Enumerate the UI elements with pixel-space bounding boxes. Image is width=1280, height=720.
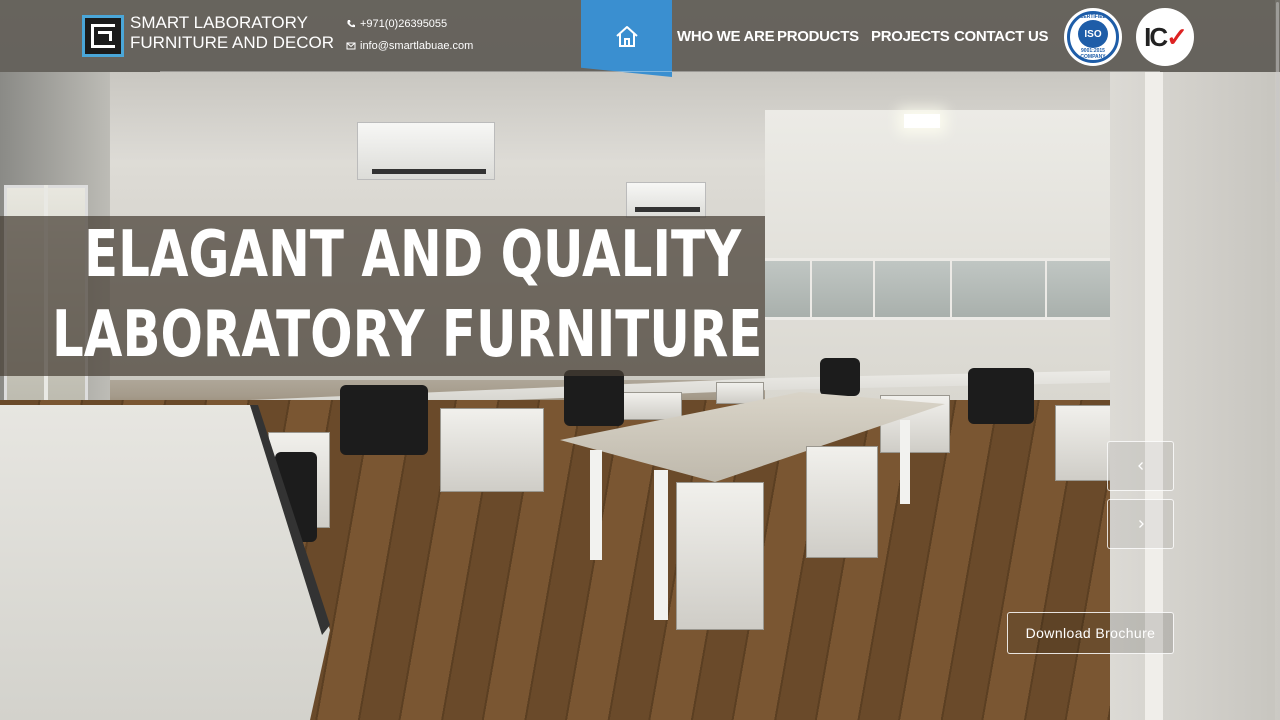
email-contact[interactable]: info@smartlabuae.com <box>346 40 473 52</box>
iso-certified-badge: CERTIFIED ISO 9001:2015 COMPANY <box>1064 8 1122 66</box>
envelope-icon <box>346 42 356 50</box>
nav-contact-us[interactable]: CONTACT US <box>954 28 1049 45</box>
logo-icon[interactable] <box>82 15 124 57</box>
brand-name[interactable]: SMART LABORATORY FURNITURE AND DECOR <box>130 13 334 53</box>
home-nav-button[interactable] <box>581 0 672 77</box>
nav-who-we-are[interactable]: WHO WE ARE <box>677 28 775 45</box>
hero-title-line-2: LABORATORY FURNITURE <box>52 298 763 372</box>
slider-prev-button[interactable] <box>1107 441 1174 491</box>
email-address: info@smartlabuae.com <box>360 40 474 52</box>
site-header: SMART LABORATORY FURNITURE AND DECOR +97… <box>0 0 1280 77</box>
iso-mark: ISO <box>1078 20 1108 48</box>
page-scrollbar[interactable] <box>1275 0 1280 720</box>
nav-projects[interactable]: PROJECTS <box>871 28 950 45</box>
slider-next-button[interactable] <box>1107 499 1174 549</box>
iso-bottom-text: COMPANY <box>1080 54 1106 60</box>
chevron-left-icon <box>1137 462 1143 470</box>
brand-line-1: SMART LABORATORY <box>130 13 308 32</box>
phone-contact[interactable]: +971(0)26395055 <box>346 18 447 30</box>
hero-title-line-1: ELAGANT AND QUALITY <box>84 218 742 292</box>
brand-line-2: FURNITURE AND DECOR <box>130 33 335 52</box>
phone-icon <box>347 20 355 28</box>
chevron-right-icon <box>1138 520 1144 528</box>
download-brochure-button[interactable]: Download Brochure <box>1007 612 1174 654</box>
header-divider <box>160 71 1160 72</box>
phone-number: +971(0)26395055 <box>360 18 448 30</box>
home-icon <box>615 25 638 47</box>
nav-products[interactable]: PRODUCTS <box>777 28 859 45</box>
icv-logo: IC✓ <box>1144 21 1188 52</box>
icv-badge: IC✓ <box>1136 8 1194 66</box>
